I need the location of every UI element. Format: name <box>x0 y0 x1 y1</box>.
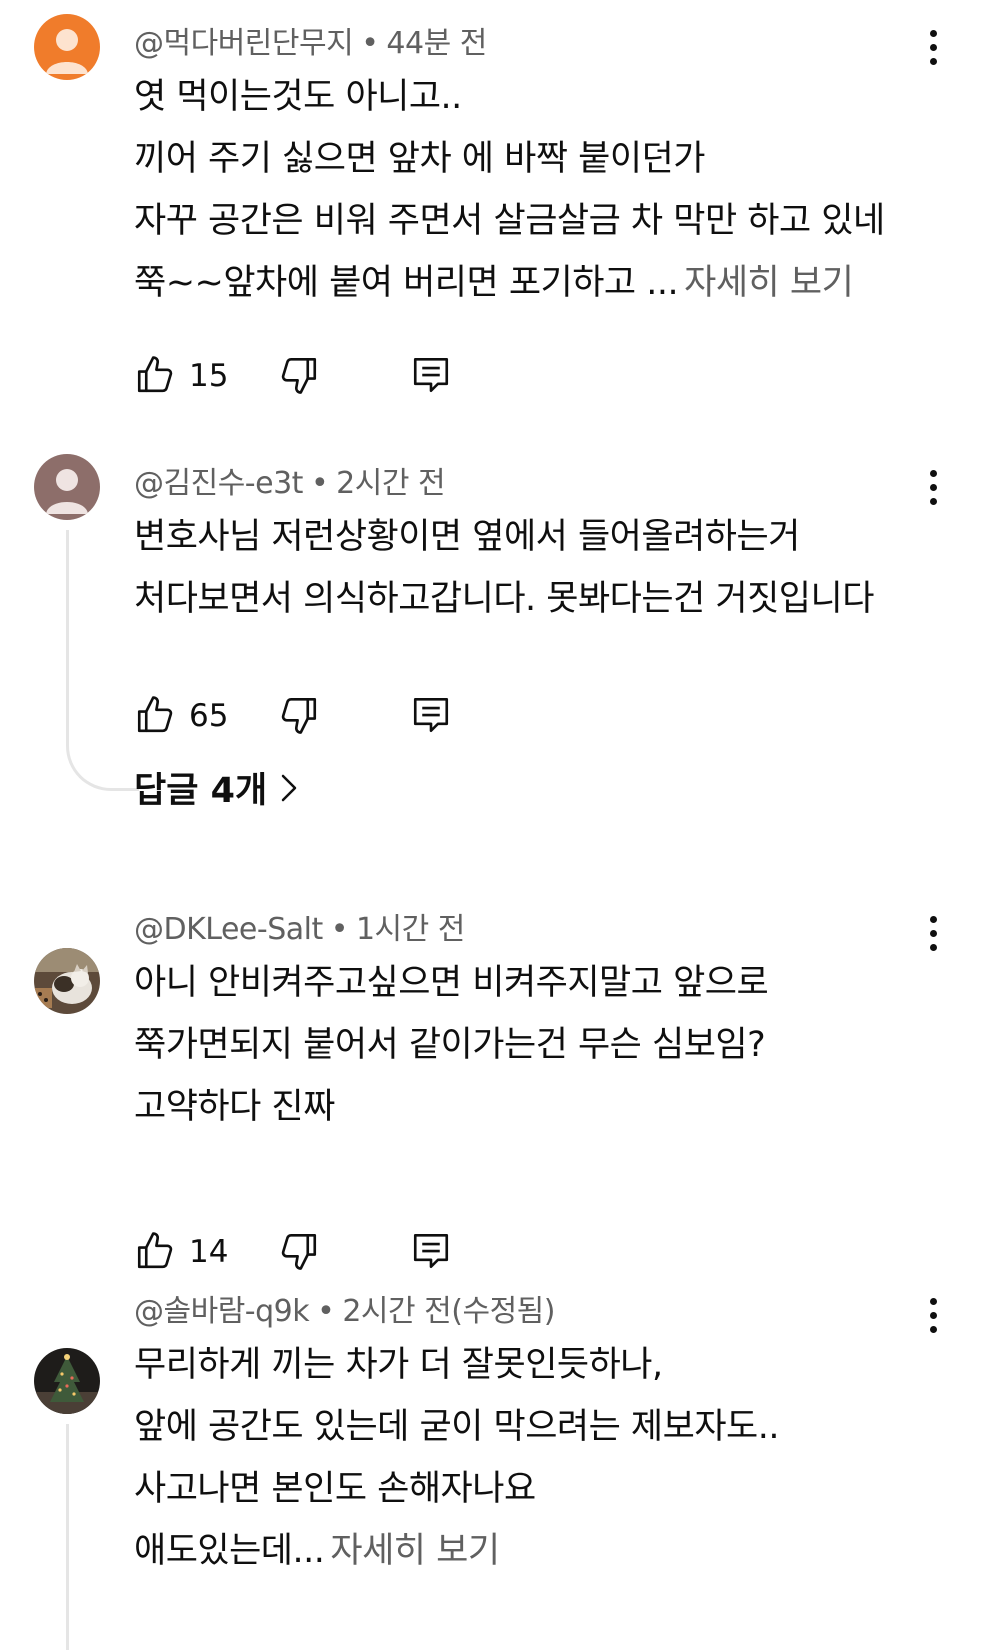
comment-time: 44분 전 <box>386 26 487 61</box>
reply-button[interactable] <box>410 694 452 740</box>
like-count: 65 <box>189 698 229 734</box>
comment-time: 2시간 전(수정됨) <box>342 1294 555 1329</box>
comment-text: 무리하게 끼는 차가 더 잘못인듯하나, 앞에 공간도 있는데 굳이 막으려는 … <box>134 1345 779 1571</box>
like-button[interactable]: 15 <box>134 354 228 400</box>
comment-4: @솔바람-q9k • 2시간 전(수정됨) 무리하게 끼는 차가 더 잘못인듯하나,… <box>0 1294 1000 1650</box>
avatar[interactable] <box>34 1348 100 1414</box>
avatar[interactable] <box>34 948 100 1014</box>
avatar[interactable] <box>34 454 100 520</box>
comment-text: 변호사님 저런상황이면 옆에서 들어올려하는거 처다보면서 의식하고갑니다. 못… <box>134 517 874 619</box>
thread-line <box>66 1424 69 1650</box>
thumbs-up-icon <box>137 356 173 393</box>
default-avatar-icon <box>34 454 100 520</box>
comment-meta: @먹다버린단무지 • 44분 전 <box>134 26 487 61</box>
dislike-button[interactable] <box>278 354 320 400</box>
dislike-button[interactable] <box>278 694 320 740</box>
author-name[interactable]: @먹다버린단무지 <box>134 26 354 61</box>
like-button[interactable]: 14 <box>134 1230 228 1276</box>
comment-meta: @솔바람-q9k • 2시간 전(수정됨) <box>134 1294 555 1329</box>
reply-comment-icon <box>413 1233 449 1269</box>
avatar[interactable] <box>34 14 100 80</box>
chevron-right-icon <box>279 772 299 812</box>
like-count: 14 <box>189 1234 229 1270</box>
comment-meta: @김진수-e3t • 2시간 전 <box>134 466 446 501</box>
reply-button[interactable] <box>410 1230 452 1276</box>
thumbs-down-icon <box>281 697 317 734</box>
thread-line <box>66 530 139 791</box>
thumbs-down-icon <box>281 357 317 394</box>
comment-actions: 15 <box>134 354 494 404</box>
default-avatar-icon <box>34 14 100 80</box>
like-button[interactable]: 65 <box>134 694 228 740</box>
comment-meta: @DKLee-Salt • 1시간 전 <box>134 912 465 947</box>
more-options-button[interactable] <box>918 464 948 514</box>
author-name[interactable]: @김진수-e3t <box>134 466 303 501</box>
comment-actions: 65 <box>134 694 494 744</box>
reply-comment-icon <box>413 357 449 393</box>
reply-comment-icon <box>413 697 449 733</box>
more-options-button[interactable] <box>918 1292 948 1342</box>
thumbs-up-icon <box>137 1232 173 1269</box>
comment-2: @김진수-e3t • 2시간 전 변호사님 저런상황이면 옆에서 들어올려하는거 처… <box>0 440 1000 900</box>
more-options-button[interactable] <box>918 24 948 74</box>
comment-actions: 14 <box>134 1230 494 1280</box>
view-replies-button[interactable]: 답글 4개 <box>134 762 299 813</box>
christmas-tree-avatar <box>34 1348 100 1414</box>
thumbs-up-icon <box>137 696 173 733</box>
comment-text: 엿 먹이는것도 아니고.. 끼어 주기 싫으면 앞차 에 바짝 붙이던가 자꾸 … <box>134 77 885 303</box>
comment-time: 1시간 전 <box>355 912 465 947</box>
author-name[interactable]: @DKLee-Salt <box>134 912 323 947</box>
read-more-link[interactable]: 자세히 보기 <box>330 1531 500 1571</box>
comment-3: @DKLee-Salt • 1시간 전 아니 안비켜주고싶으면 비켜주지말고 앞으로… <box>0 910 1000 1310</box>
read-more-link[interactable]: 자세히 보기 <box>684 263 854 303</box>
dislike-button[interactable] <box>278 1230 320 1276</box>
comment-text: 아니 안비켜주고싶으면 비켜주지말고 앞으로 쭉가면되지 붙어서 같이가는건 무… <box>134 963 769 1127</box>
like-count: 15 <box>189 358 229 394</box>
comment-1: @먹다버린단무지 • 44분 전 엿 먹이는것도 아니고.. 끼어 주기 싫으면 앞… <box>0 0 1000 420</box>
reply-button[interactable] <box>410 354 452 400</box>
author-name[interactable]: @솔바람-q9k <box>134 1294 310 1329</box>
cat-photo-avatar <box>34 948 100 1014</box>
comment-time: 2시간 전 <box>336 466 446 501</box>
thumbs-down-icon <box>281 1233 317 1270</box>
more-options-button[interactable] <box>918 910 948 960</box>
